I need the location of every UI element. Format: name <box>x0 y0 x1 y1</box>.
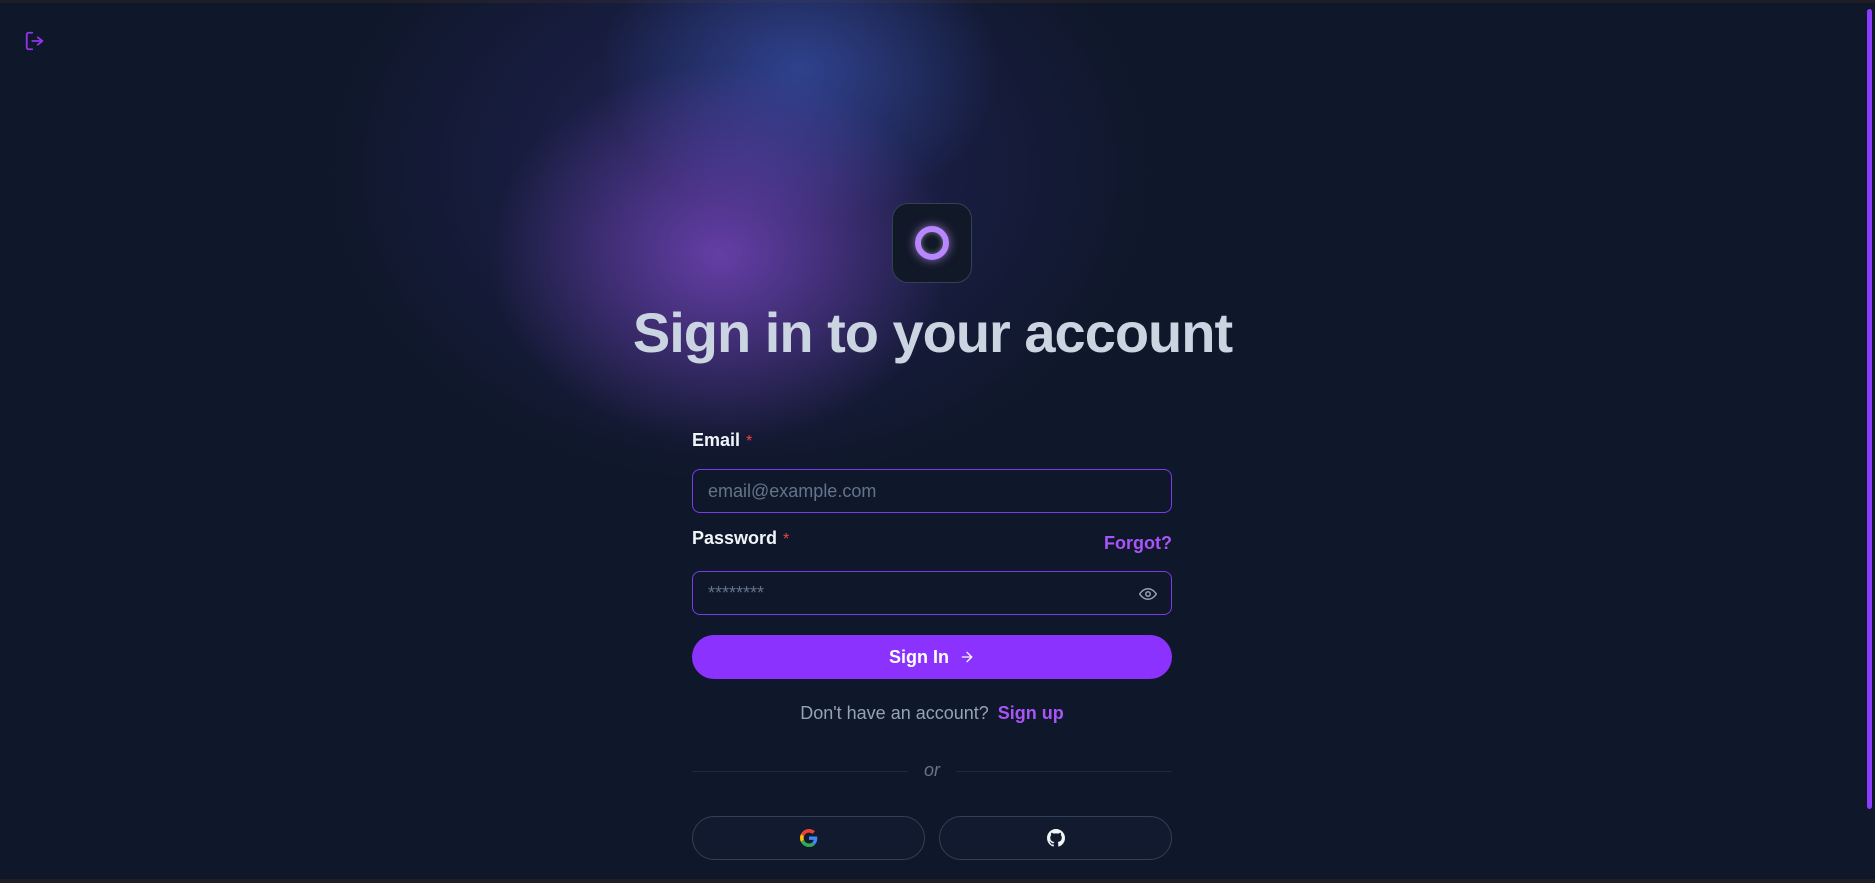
top-border <box>0 0 1875 3</box>
ring-logo-icon <box>915 226 949 260</box>
github-icon <box>1046 829 1065 847</box>
google-sign-in-button[interactable] <box>692 816 925 860</box>
or-divider: or <box>692 760 1172 782</box>
scrollbar-thumb[interactable] <box>1867 9 1872 809</box>
google-icon <box>799 829 817 847</box>
password-label: Password * <box>692 528 789 549</box>
signup-prompt-text: Don't have an account? <box>800 703 989 723</box>
log-out-button[interactable] <box>24 30 46 52</box>
password-field[interactable] <box>693 572 1171 614</box>
log-out-icon <box>25 31 44 51</box>
email-label-text: Email <box>692 430 741 450</box>
required-mark: * <box>746 433 753 450</box>
eye-icon <box>1139 588 1157 600</box>
password-label-text: Password <box>692 528 778 548</box>
password-field-wrapper <box>692 571 1172 615</box>
required-mark: * <box>783 531 790 548</box>
sign-in-label: Sign In <box>889 646 949 667</box>
sign-up-link[interactable]: Sign up <box>998 703 1064 723</box>
page-title: Sign in to your account <box>632 301 1233 364</box>
signup-prompt: Don't have an account? Sign up <box>692 703 1172 724</box>
github-sign-in-button[interactable] <box>939 816 1172 860</box>
app-logo <box>892 203 972 283</box>
email-field[interactable] <box>693 470 1171 512</box>
background-glow <box>0 0 1875 883</box>
email-field-wrapper <box>692 469 1172 513</box>
show-password-toggle[interactable] <box>1139 585 1157 603</box>
email-label: Email * <box>692 430 752 451</box>
bottom-border <box>0 879 1875 883</box>
sign-in-button[interactable]: Sign In <box>692 635 1172 679</box>
or-label: or <box>923 760 940 780</box>
scrollbar[interactable] <box>1863 3 1875 879</box>
forgot-password-link[interactable]: Forgot? <box>1104 533 1172 554</box>
arrow-right-icon <box>961 651 973 663</box>
